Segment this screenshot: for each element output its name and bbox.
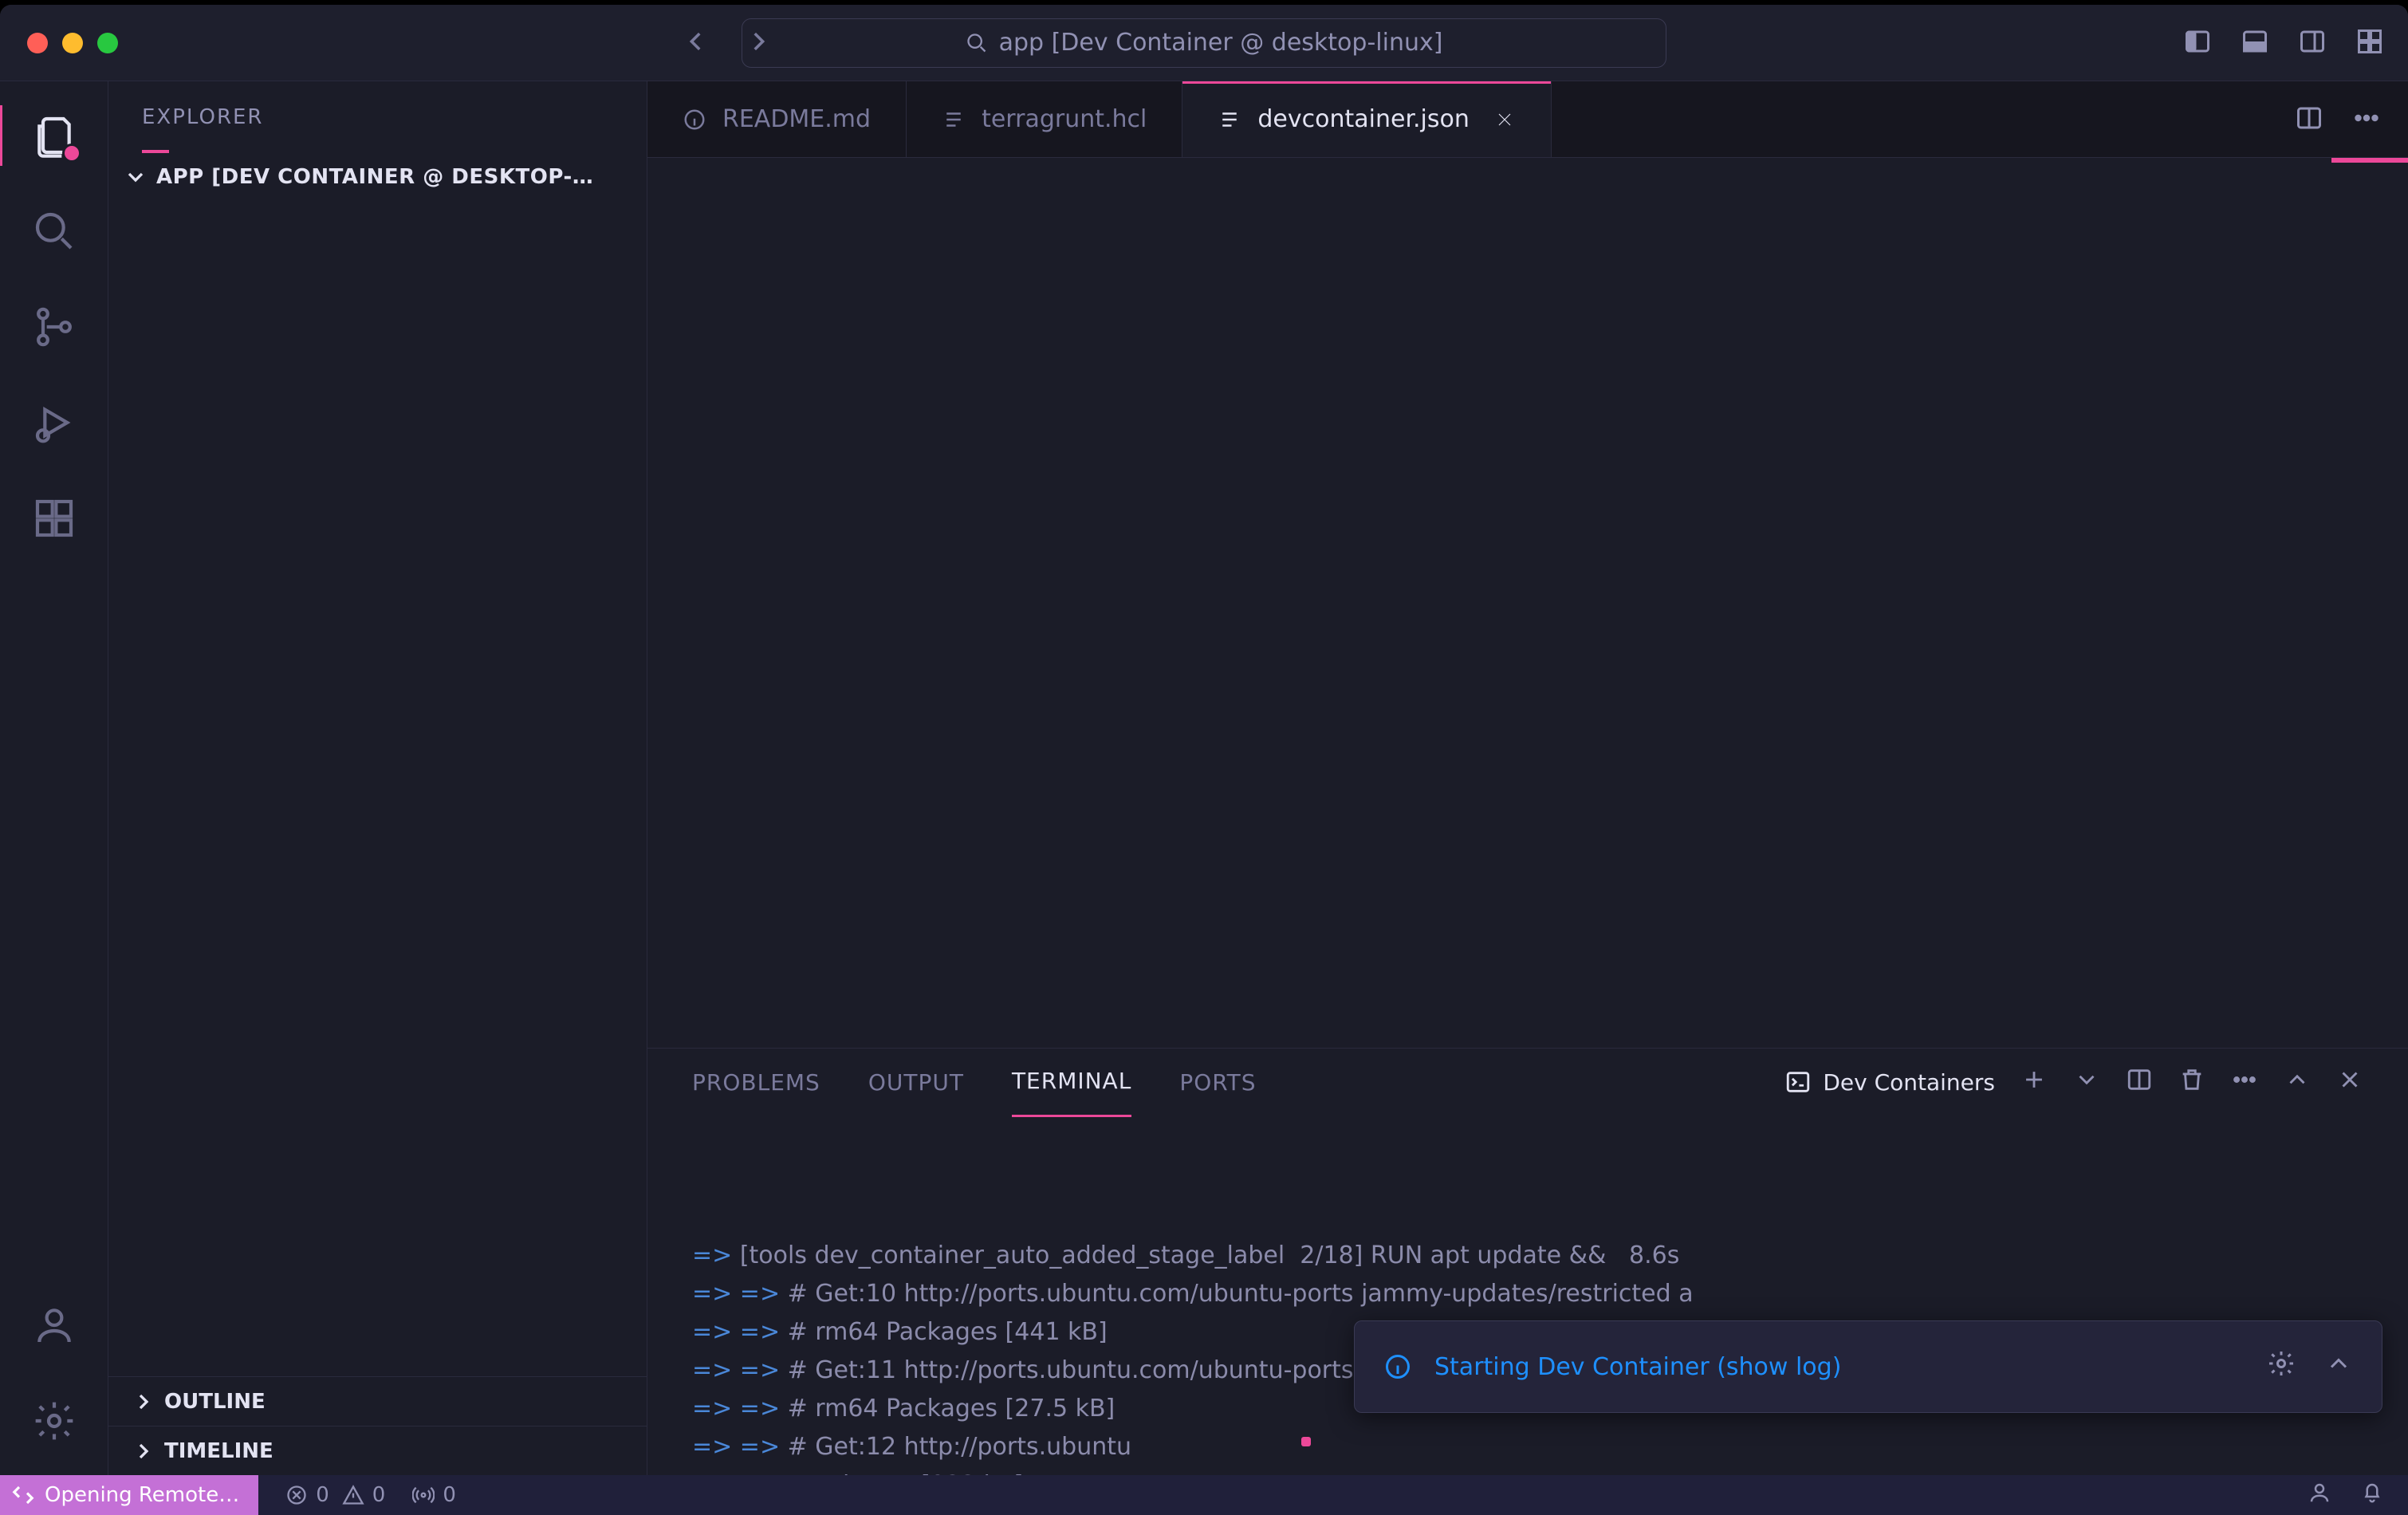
minimize-window[interactable] [62, 33, 83, 53]
activity-bar [0, 81, 108, 1475]
terminal-output[interactable]: => [tools dev_container_auto_added_stage… [647, 1116, 2408, 1475]
notification-collapse[interactable] [2324, 1349, 2353, 1384]
timeline-label: TIMELINE [164, 1439, 273, 1463]
activity-extensions[interactable] [29, 493, 80, 544]
status-errors[interactable]: 0 [285, 1483, 329, 1507]
remote-indicator[interactable]: Opening Remote… [0, 1475, 258, 1515]
nav-back[interactable] [683, 28, 710, 58]
chevron-right-icon [131, 1389, 156, 1415]
error-icon [285, 1484, 308, 1506]
manage-gear[interactable] [29, 1395, 80, 1446]
scrollbar-indicator [2331, 158, 2408, 163]
maximize-panel[interactable] [2284, 1066, 2311, 1099]
info-icon [683, 108, 706, 132]
editor-tabs: README.md terragrunt.hcl devcontainer.js… [647, 81, 2408, 158]
toggle-panel[interactable] [2241, 27, 2269, 59]
window-controls [27, 33, 118, 53]
panel-tab-ports[interactable]: PORTS [1179, 1049, 1256, 1116]
activity-search[interactable] [29, 206, 80, 257]
chevron-right-icon [131, 1438, 156, 1464]
notifications-bell[interactable] [2360, 1481, 2384, 1510]
notification-settings[interactable] [2267, 1349, 2296, 1384]
tab-terragrunt[interactable]: terragrunt.hcl [907, 81, 1182, 157]
gear-icon [2267, 1349, 2296, 1378]
person-icon [2308, 1481, 2331, 1505]
activity-explorer[interactable] [29, 110, 80, 161]
lines-icon [1218, 108, 1241, 132]
toggle-primary-sidebar[interactable] [2183, 27, 2212, 59]
kill-terminal[interactable] [2178, 1066, 2205, 1099]
folder-root[interactable]: APP [DEV CONTAINER @ DESKTOP-… [108, 153, 647, 201]
remote-label: Opening Remote… [45, 1483, 239, 1507]
close-icon[interactable] [1493, 108, 1516, 131]
info-icon [1383, 1352, 1412, 1381]
activity-source-control[interactable] [29, 301, 80, 352]
toggle-secondary-sidebar[interactable] [2298, 27, 2327, 59]
outline-label: OUTLINE [164, 1390, 266, 1414]
titlebar: app [Dev Container @ desktop-linux] [0, 5, 2408, 81]
bell-icon [2360, 1481, 2384, 1505]
notification-toast: Starting Dev Container (show log) [1354, 1320, 2382, 1413]
editor-body[interactable] [647, 158, 2408, 1048]
explorer-badge [62, 144, 81, 163]
tab-label: terragrunt.hcl [982, 105, 1147, 133]
tab-label: devcontainer.json [1257, 105, 1470, 133]
customize-layout[interactable] [2355, 27, 2384, 59]
activity-run-debug[interactable] [29, 397, 80, 448]
antenna-icon [412, 1484, 435, 1506]
panel-tab-output[interactable]: OUTPUT [868, 1049, 964, 1116]
notification-text[interactable]: Starting Dev Container (show log) [1434, 1353, 1841, 1381]
command-center-label: app [Dev Container @ desktop-linux] [999, 29, 1443, 57]
timeline-section[interactable]: TIMELINE [108, 1426, 647, 1475]
new-terminal[interactable] [2020, 1066, 2048, 1099]
terminal-dropdown[interactable] [2073, 1066, 2100, 1099]
panel-more-actions[interactable] [2231, 1066, 2258, 1099]
remote-icon [11, 1483, 35, 1507]
close-panel[interactable] [2336, 1066, 2363, 1099]
progress-indicator [1301, 1437, 1311, 1446]
status-warnings[interactable]: 0 [342, 1483, 386, 1507]
editor-area: README.md terragrunt.hcl devcontainer.js… [647, 81, 2408, 1475]
command-center[interactable]: app [Dev Container @ desktop-linux] [742, 18, 1666, 68]
status-ports[interactable]: 0 [412, 1483, 456, 1507]
zoom-window[interactable] [97, 33, 118, 53]
file-tree[interactable] [108, 201, 647, 1376]
tab-label: README.md [722, 105, 871, 133]
chevron-down-icon [123, 164, 148, 190]
more-actions[interactable] [2352, 104, 2381, 136]
close-window[interactable] [27, 33, 48, 53]
sidebar-title: EXPLORER [108, 81, 647, 153]
panel-tab-problems[interactable]: PROBLEMS [692, 1049, 820, 1116]
search-icon [966, 32, 988, 54]
status-bar: Opening Remote… 0 0 0 [0, 1475, 2408, 1515]
outline-section[interactable]: OUTLINE [108, 1376, 647, 1426]
split-terminal[interactable] [2126, 1066, 2153, 1099]
tab-readme[interactable]: README.md [647, 81, 907, 157]
panel-tab-terminal[interactable]: TERMINAL [1012, 1047, 1131, 1117]
gear-icon [32, 1399, 77, 1443]
accounts[interactable] [29, 1300, 80, 1351]
lines-icon [942, 108, 966, 132]
tab-devcontainer[interactable]: devcontainer.json [1182, 81, 1552, 157]
warning-icon [342, 1484, 364, 1506]
terminal-icon [1784, 1068, 1812, 1096]
terminal-process-label[interactable]: Dev Containers [1784, 1068, 1995, 1096]
folder-root-label: APP [DEV CONTAINER @ DESKTOP-… [156, 165, 593, 189]
feedback[interactable] [2308, 1481, 2331, 1510]
explorer-sidebar: EXPLORER APP [DEV CONTAINER @ DESKTOP-… … [108, 81, 647, 1475]
split-editor[interactable] [2295, 104, 2323, 136]
